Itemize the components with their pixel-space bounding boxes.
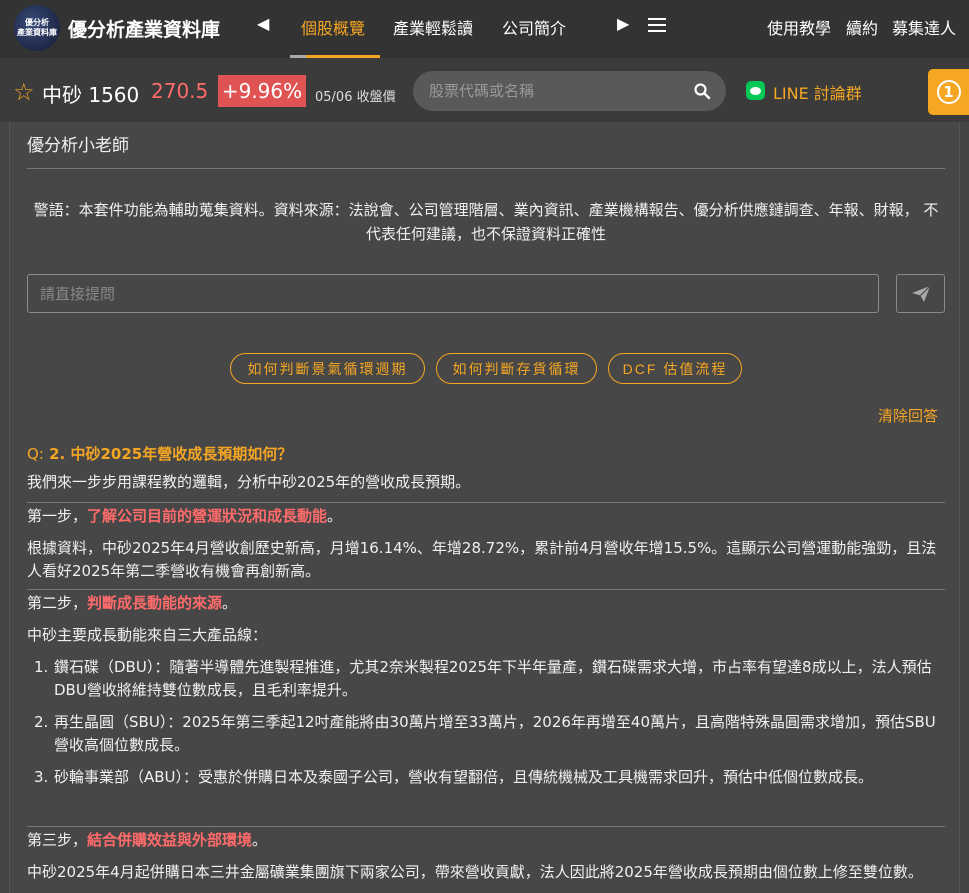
send-button[interactable] <box>896 274 945 313</box>
menu-icon[interactable] <box>648 18 666 34</box>
tab-stock-overview[interactable]: 個股概覽 <box>301 15 365 39</box>
divider <box>27 168 945 169</box>
notification-count: 1 <box>936 80 961 104</box>
line-icon[interactable] <box>746 81 765 100</box>
renew-link[interactable]: 續約 <box>846 15 878 39</box>
chip-business-cycle[interactable]: 如何判斷景氣循環週期 <box>230 353 425 384</box>
tutorial-link[interactable]: 使用教學 <box>767 15 831 39</box>
clear-answer-link[interactable]: 清除回答 <box>878 405 938 426</box>
question-prefix: Q: <box>27 445 44 463</box>
step2-body: 中砂主要成長動能來自三大產品線： <box>27 626 268 644</box>
chip-inventory-cycle[interactable]: 如何判斷存貨循環 <box>436 353 597 384</box>
logo-line2: 產業資料庫 <box>17 28 57 37</box>
answer-intro: 我們來一步步用課程教的邏輯，分析中砂2025年的營收成長預期。 <box>27 473 471 491</box>
tab-company-profile[interactable]: 公司簡介 <box>502 15 566 39</box>
tab-industry-read[interactable]: 產業輕鬆讀 <box>393 15 473 39</box>
stock-price: 270.5 <box>151 79 209 103</box>
star-icon[interactable]: ☆ <box>13 78 35 106</box>
nav-next-arrow-icon[interactable]: ▶ <box>617 14 629 33</box>
search-icon[interactable] <box>693 82 711 100</box>
list-item: 3. 砂輪事業部（ABU）：受惠於併購日本及泰國子公司，營收有望翻倍，且傳統機械及… <box>34 768 874 786</box>
recruit-link[interactable]: 募集達人 <box>892 15 956 39</box>
logo-line1: 優分析 <box>25 18 49 27</box>
stock-change-badge: +9.96% <box>218 75 306 107</box>
brand-logo[interactable]: 優分析 產業資料庫 <box>14 5 60 51</box>
nav-prev-arrow-icon[interactable]: ◀ <box>257 14 269 33</box>
step2-heading: 第二步，判斷成長動能的來源。 <box>27 594 238 612</box>
stock-name: 中砂 1560 <box>42 83 140 107</box>
question-heading: Q: 2. 中砂2025年營收成長預期如何？ <box>27 443 292 464</box>
panel-title: 優分析小老師 <box>27 136 129 156</box>
step3-heading: 第三步，結合併購效益與外部環境。 <box>27 831 268 849</box>
divider <box>27 589 945 590</box>
divider <box>27 502 945 503</box>
list-item: 2. 再生晶圓（SBU）：2025年第三季起12吋產能將由30萬片增至33萬片，2… <box>34 713 936 754</box>
step3-body: 中砂2025年4月起併購日本三井金屬礦業集團旗下兩家公司，帶來營收貢獻，法人因此… <box>27 863 923 881</box>
question-text: 2. 中砂2025年營收成長預期如何？ <box>49 445 293 463</box>
close-price-label: 05/06 收盤價 <box>315 90 396 105</box>
send-icon <box>911 285 930 302</box>
disclaimer-text: 警語：本套件功能為輔助蒐集資料。資料來源：法說會、公司管理階層、業內資訊、產業機… <box>33 201 939 243</box>
question-input[interactable] <box>27 274 879 313</box>
list-item: 1. 鑽石碟（DBU）：隨著半導體先進製程推進，尤其2奈米製程2025年下半年量產… <box>34 658 932 699</box>
divider <box>27 826 945 827</box>
step1-body: 根據資料，中砂2025年4月營收創歷史新高，月增16.14%、年增28.72%，… <box>27 539 937 580</box>
brand-title[interactable]: 優分析產業資料庫 <box>68 15 220 42</box>
step1-heading: 第一步，了解公司目前的營運狀況和成長動能。 <box>27 507 343 525</box>
notification-button[interactable]: 1 <box>928 69 969 115</box>
line-group-link[interactable]: LINE 討論群 <box>773 80 862 104</box>
search-input[interactable] <box>429 71 679 111</box>
chip-dcf-valuation[interactable]: DCF 估值流程 <box>608 353 742 384</box>
